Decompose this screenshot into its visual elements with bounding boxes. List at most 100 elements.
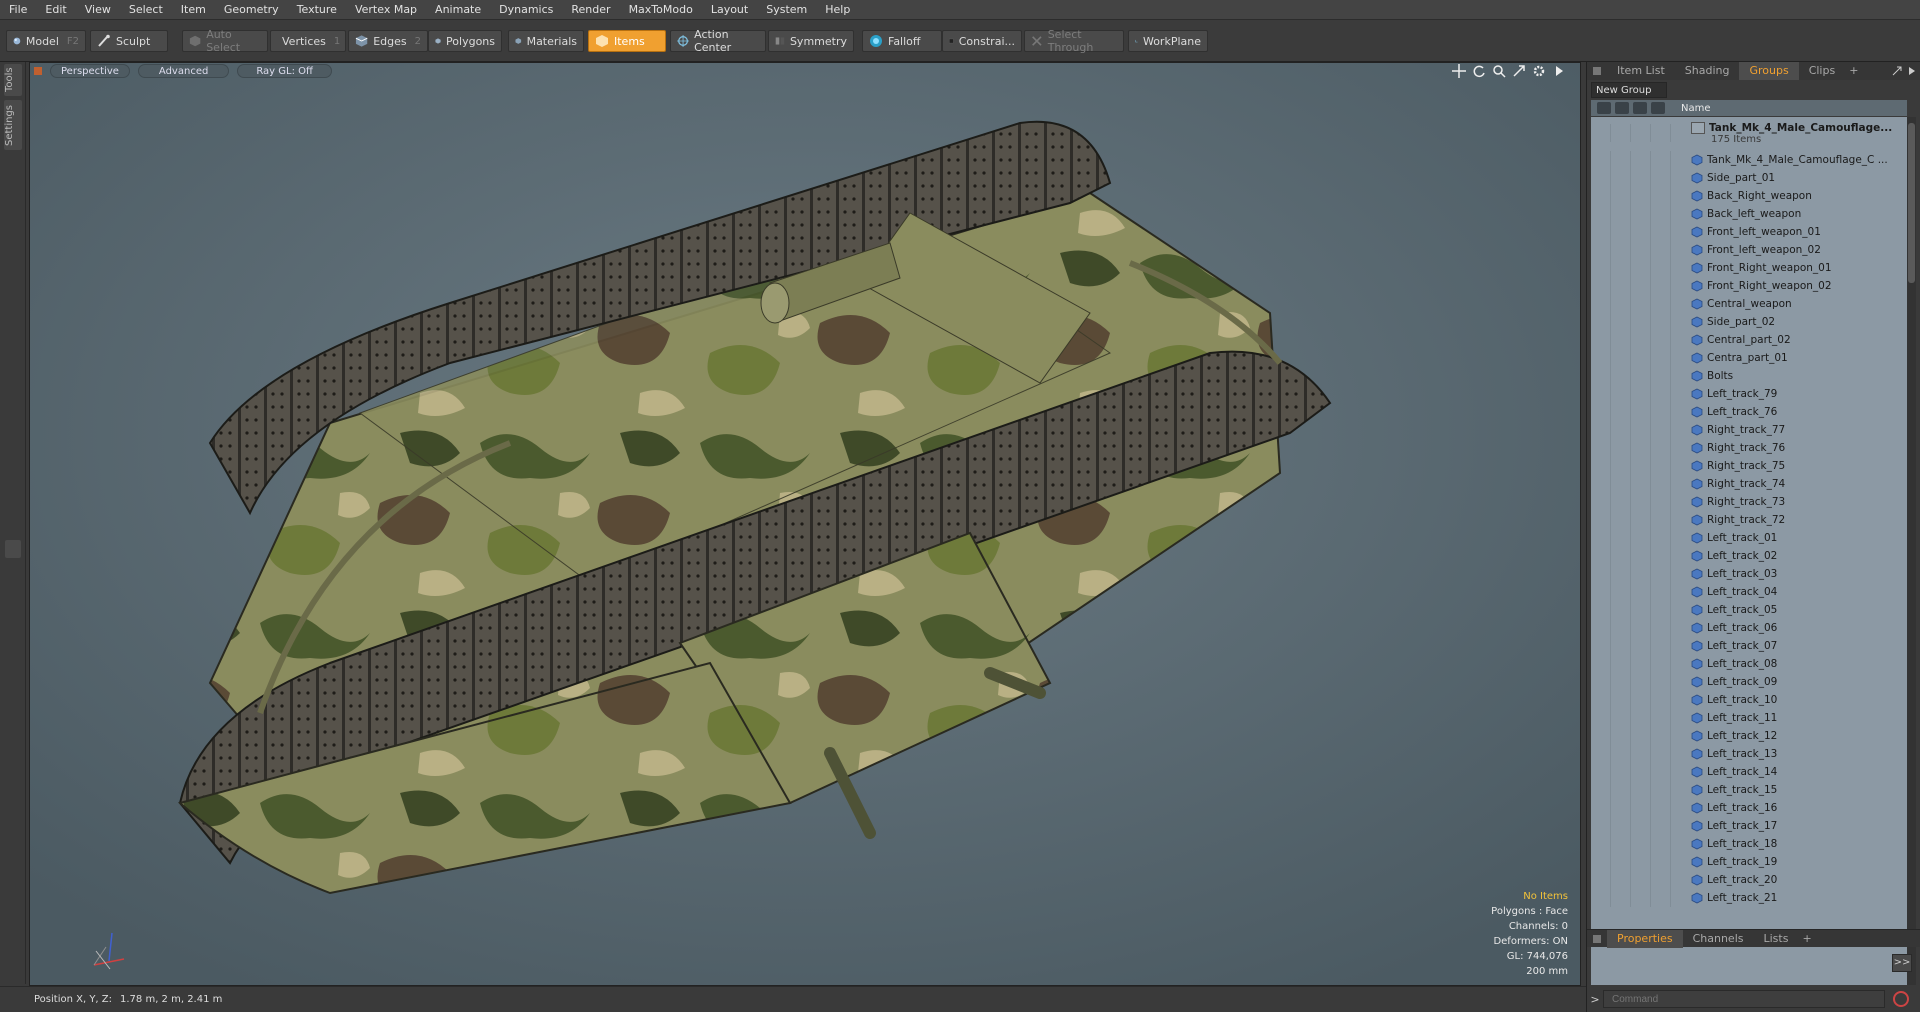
- eye-icon[interactable]: [1591, 781, 1611, 799]
- render-icon[interactable]: [1611, 295, 1631, 313]
- lock-toggle[interactable]: [1631, 349, 1651, 367]
- lock-toggle[interactable]: [1631, 277, 1651, 295]
- tab-clips[interactable]: Clips: [1799, 62, 1846, 80]
- render-icon[interactable]: [1611, 781, 1631, 799]
- list-item[interactable]: Back_left_weapon: [1591, 205, 1907, 223]
- eye-icon[interactable]: [1591, 763, 1611, 781]
- list-item[interactable]: Right_track_77: [1591, 421, 1907, 439]
- lock-toggle[interactable]: [1631, 529, 1651, 547]
- select-toggle[interactable]: [1651, 205, 1671, 223]
- menu-layout[interactable]: Layout: [702, 0, 757, 20]
- select-toggle[interactable]: [1651, 187, 1671, 205]
- render-icon[interactable]: [1611, 367, 1631, 385]
- lock-toggle[interactable]: [1631, 457, 1651, 475]
- play-icon[interactable]: [1552, 64, 1566, 78]
- lock-toggle[interactable]: [1631, 493, 1651, 511]
- render-icon[interactable]: [1611, 187, 1631, 205]
- shading-mode-button[interactable]: Advanced: [137, 64, 230, 78]
- list-item[interactable]: Side_part_01: [1591, 169, 1907, 187]
- materials-button[interactable]: Materials: [508, 30, 584, 52]
- panel-menu-icon[interactable]: [1593, 67, 1601, 75]
- eye-icon[interactable]: [1591, 637, 1611, 655]
- select-toggle[interactable]: [1651, 763, 1671, 781]
- tab-item-list[interactable]: Item List: [1607, 62, 1675, 80]
- lock-toggle[interactable]: [1631, 259, 1651, 277]
- list-item[interactable]: Left_track_13: [1591, 745, 1907, 763]
- render-icon[interactable]: [1611, 637, 1631, 655]
- tab-shading[interactable]: Shading: [1675, 62, 1740, 80]
- eye-icon[interactable]: [1591, 511, 1611, 529]
- eye-icon[interactable]: [1591, 601, 1611, 619]
- select-toggle[interactable]: [1651, 277, 1671, 295]
- list-item[interactable]: Left_track_20: [1591, 871, 1907, 889]
- select-toggle[interactable]: [1651, 259, 1671, 277]
- eye-icon[interactable]: [1591, 187, 1611, 205]
- lock-toggle[interactable]: [1631, 637, 1651, 655]
- select-toggle[interactable]: [1651, 727, 1671, 745]
- list-item[interactable]: Front_left_weapon_02: [1591, 241, 1907, 259]
- menu-texture[interactable]: Texture: [288, 0, 346, 20]
- select-toggle[interactable]: [1651, 475, 1671, 493]
- render-icon[interactable]: [1611, 871, 1631, 889]
- list-item[interactable]: Left_track_79: [1591, 385, 1907, 403]
- list-scrollbar[interactable]: [1907, 117, 1916, 985]
- lock-toggle[interactable]: [1631, 205, 1651, 223]
- lock-toggle[interactable]: [1631, 439, 1651, 457]
- eye-icon[interactable]: [1591, 493, 1611, 511]
- zoom-icon[interactable]: [1492, 64, 1506, 78]
- model-mode-button[interactable]: Model F2: [6, 30, 86, 52]
- eye-icon[interactable]: [1591, 745, 1611, 763]
- select-toggle[interactable]: [1651, 745, 1671, 763]
- lock-toggle[interactable]: [1631, 124, 1651, 142]
- list-item[interactable]: Left_track_02: [1591, 547, 1907, 565]
- render-icon[interactable]: [1611, 124, 1631, 142]
- render-icon[interactable]: [1611, 799, 1631, 817]
- select-toggle[interactable]: [1651, 457, 1671, 475]
- render-icon[interactable]: [1611, 853, 1631, 871]
- expand-properties-button[interactable]: >>: [1892, 954, 1912, 972]
- render-icon[interactable]: [1611, 403, 1631, 421]
- tab-properties[interactable]: Properties: [1607, 929, 1683, 948]
- list-item[interactable]: Right_track_75: [1591, 457, 1907, 475]
- select-toggle[interactable]: [1651, 511, 1671, 529]
- vertices-button[interactable]: Vertices 1: [270, 30, 346, 52]
- render-icon[interactable]: [1611, 583, 1631, 601]
- tab-channels[interactable]: Channels: [1683, 930, 1754, 948]
- pan-icon[interactable]: [1452, 64, 1466, 78]
- select-toggle[interactable]: [1651, 169, 1671, 187]
- polygons-button[interactable]: Polygons: [428, 30, 502, 52]
- select-toggle[interactable]: [1651, 565, 1671, 583]
- eye-icon[interactable]: [1591, 385, 1611, 403]
- render-icon[interactable]: [1611, 205, 1631, 223]
- lock-toggle[interactable]: [1631, 871, 1651, 889]
- select-toggle[interactable]: [1651, 871, 1671, 889]
- render-icon[interactable]: [1611, 421, 1631, 439]
- menu-item[interactable]: Item: [172, 0, 215, 20]
- select-toggle[interactable]: [1651, 853, 1671, 871]
- render-icon[interactable]: [1611, 691, 1631, 709]
- list-item[interactable]: Bolts: [1591, 367, 1907, 385]
- view-mode-button[interactable]: Perspective: [50, 64, 130, 78]
- lock-toggle[interactable]: [1631, 223, 1651, 241]
- render-icon[interactable]: [1611, 223, 1631, 241]
- select-toggle[interactable]: [1651, 691, 1671, 709]
- lock-toggle[interactable]: [1631, 475, 1651, 493]
- bottom-panel-menu-icon[interactable]: [1593, 934, 1601, 943]
- panel-arrow-icon[interactable]: [1907, 65, 1917, 77]
- eye-icon[interactable]: [1591, 295, 1611, 313]
- render-icon[interactable]: [1611, 439, 1631, 457]
- select-toggle[interactable]: [1651, 439, 1671, 457]
- select-toggle[interactable]: [1651, 817, 1671, 835]
- select-toggle[interactable]: [1651, 241, 1671, 259]
- action-center-button[interactable]: Action Center: [670, 28, 766, 54]
- list-item[interactable]: Left_track_09: [1591, 673, 1907, 691]
- lock-toggle[interactable]: [1631, 619, 1651, 637]
- lock-toggle[interactable]: [1631, 187, 1651, 205]
- stop-icon[interactable]: [1893, 991, 1909, 1007]
- add-tab-icon[interactable]: +: [1845, 62, 1862, 80]
- symmetry-button[interactable]: Symmetry: [768, 30, 854, 52]
- select-toggle[interactable]: [1651, 295, 1671, 313]
- select-toggle[interactable]: [1651, 709, 1671, 727]
- sculpt-button[interactable]: Sculpt: [90, 30, 168, 52]
- select-toggle[interactable]: [1651, 547, 1671, 565]
